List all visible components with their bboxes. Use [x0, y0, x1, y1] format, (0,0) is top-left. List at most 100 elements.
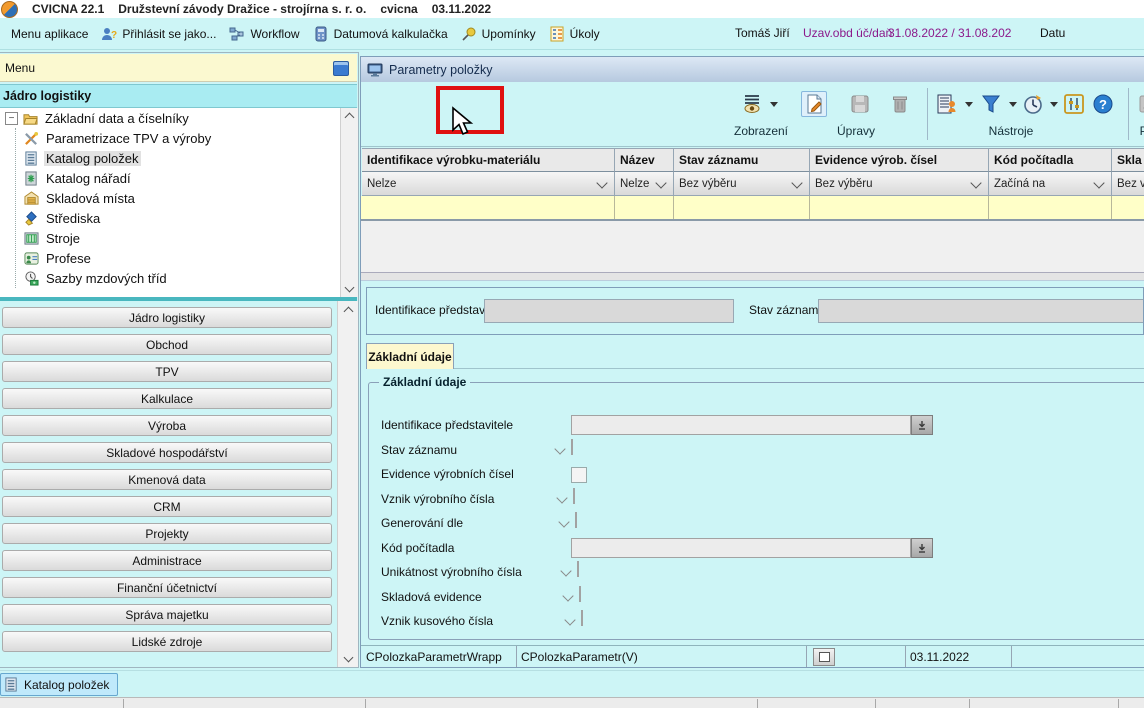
records-dropdown-icon[interactable] [965, 102, 973, 111]
tree-item-parametrizace[interactable]: Parametrizace TPV a výroby [24, 128, 340, 148]
kod-pocitadla-lookup-button[interactable] [911, 538, 933, 558]
tree-collapse-expander[interactable]: − [5, 112, 18, 125]
parameters-button[interactable] [1061, 91, 1087, 117]
tasks-icon [549, 26, 565, 42]
tooling-icon [24, 171, 39, 186]
module-financni[interactable]: Finanční účetnictví [2, 577, 332, 598]
date-calculator-button[interactable]: Datumová kalkulačka [310, 24, 451, 44]
module-sklad[interactable]: Skladové hospodářství [2, 442, 332, 463]
help-button[interactable]: ? [1090, 91, 1116, 117]
module-kmenova-data[interactable]: Kmenová data [2, 469, 332, 490]
filter-select-skladova[interactable]: Bez v [1112, 172, 1144, 196]
tasks-button[interactable]: Úkoly [546, 24, 603, 44]
workflow-icon [229, 26, 245, 42]
module-jadro-logistiky[interactable]: Jádro logistiky [2, 307, 332, 328]
stav-zaznamu-select[interactable] [571, 439, 573, 455]
save-button[interactable] [847, 91, 873, 117]
filter-select-stav[interactable]: Bez výběru [674, 172, 810, 196]
form-view-button[interactable] [813, 648, 835, 666]
column-header-nazev[interactable]: Název [615, 148, 674, 172]
view-button[interactable] [739, 91, 765, 117]
taskbar-tab-katalog-polozek[interactable]: Katalog položek [0, 673, 118, 696]
filter-select-evidence[interactable]: Bez výběru [810, 172, 989, 196]
delete-button[interactable] [887, 91, 913, 117]
login-as-button[interactable]: ? Přihlásit se jako... [98, 24, 219, 44]
attach-edit-button[interactable] [1135, 91, 1144, 117]
vznik-vyrobniho-cisla-select[interactable] [573, 488, 575, 504]
kod-pocitadla-input[interactable] [571, 538, 911, 558]
module-lidske-zdroje[interactable]: Lidské zdroje [2, 631, 332, 652]
header-identifikace-input[interactable] [484, 299, 734, 323]
catalog-icon [24, 151, 39, 166]
field-label: Unikátnost výrobního čísla [381, 562, 522, 582]
column-header-kod[interactable]: Kód počítadla [989, 148, 1112, 172]
panel-collapse-icon[interactable] [333, 61, 349, 76]
identifikace-predstavitele-input[interactable] [571, 415, 911, 435]
status-empty-cell [1012, 646, 1143, 668]
tree-item-strediska[interactable]: Střediska [24, 208, 340, 228]
open-windows-taskbar: Katalog položek [0, 670, 1144, 698]
generovani-dle-select[interactable] [575, 512, 577, 528]
filter-button[interactable] [978, 91, 1004, 117]
field-label: Skladová evidence [381, 587, 482, 607]
accordion-scrollbar[interactable] [337, 301, 358, 668]
filter-select-nazev[interactable]: Nelze [615, 172, 674, 196]
module-sprava-majetku[interactable]: Správa majetku [2, 604, 332, 625]
machine-icon [24, 231, 39, 246]
module-kalkulace[interactable]: Kalkulace [2, 388, 332, 409]
view-dropdown-icon[interactable] [770, 102, 778, 111]
column-header-skladova[interactable]: Skla [1112, 148, 1144, 172]
menu-aplikace-button[interactable]: Menu aplikace [8, 25, 91, 43]
scroll-up-icon[interactable] [343, 110, 355, 122]
column-header-evidence[interactable]: Evidence výrob. čísel [810, 148, 989, 172]
tree-item-stroje[interactable]: Stroje [24, 228, 340, 248]
toolbar-separator [927, 88, 928, 140]
status-class-view: CPolozkaParametr(V) [517, 646, 807, 668]
folder-open-icon [23, 111, 38, 126]
tree-scrollbar[interactable] [340, 108, 358, 297]
module-projekty[interactable]: Projekty [2, 523, 332, 544]
grid-empty-row[interactable] [361, 196, 1144, 221]
closed-period-value: 31.08.2022 / 31.08.202 [888, 26, 1011, 40]
workflow-button[interactable]: Workflow [226, 24, 302, 44]
module-crm[interactable]: CRM [2, 496, 332, 517]
column-header-stav[interactable]: Stav záznamu [674, 148, 810, 172]
window-titlebar: CVICNA 22.1 Družstevní závody Dražice - … [0, 0, 1144, 18]
tree-item-skladova-mista[interactable]: Skladová místa [24, 188, 340, 208]
new-record-button[interactable] [801, 91, 827, 117]
module-administrace[interactable]: Administrace [2, 550, 332, 571]
reminders-button[interactable]: Upomínky [458, 24, 539, 44]
tree-item-sazby[interactable]: Sazby mzdových tříd [24, 268, 340, 288]
header-stav-input[interactable] [818, 299, 1144, 323]
tree-item-katalog-naradi[interactable]: Katalog nářadí [24, 168, 340, 188]
main-menubar: Menu aplikace ? Přihlásit se jako... Wor… [0, 18, 1144, 50]
module-vyroba[interactable]: Výroba [2, 415, 332, 436]
timer-dropdown-icon[interactable] [1050, 102, 1058, 111]
filter-select-kod[interactable]: Začíná na [989, 172, 1112, 196]
tab-zakladni-udaje[interactable]: Základní údaje [366, 343, 454, 369]
unikatnost-select[interactable] [577, 561, 579, 577]
skladova-evidence-select[interactable] [579, 586, 581, 602]
scroll-up-icon[interactable] [342, 304, 354, 316]
evidence-vyrobnich-cisel-checkbox[interactable] [571, 467, 587, 483]
tree-root-node[interactable]: − Základní data a číselníky [0, 108, 340, 128]
new-document-icon [803, 93, 825, 115]
column-header-identifikace[interactable]: Identifikace výrobku-materiálu [362, 148, 615, 172]
filter-dropdown-icon[interactable] [1009, 102, 1017, 111]
module-tpv[interactable]: TPV [2, 361, 332, 382]
module-obchod[interactable]: Obchod [2, 334, 332, 355]
tree-item-profese[interactable]: Profese [24, 248, 340, 268]
scroll-down-icon[interactable] [343, 283, 355, 295]
tree-item-katalog-polozek[interactable]: Katalog položek [24, 148, 340, 168]
vznik-kusoveho-cisla-select[interactable] [581, 610, 583, 626]
tree-root-label: Základní data a číselníky [43, 111, 191, 126]
records-button[interactable] [934, 91, 960, 117]
timer-button[interactable] [1020, 91, 1046, 117]
lookup-arrow-icon [917, 420, 927, 430]
catalog-icon [4, 677, 19, 692]
grid-form-splitter[interactable] [361, 273, 1144, 281]
identifikace-lookup-button[interactable] [911, 415, 933, 435]
group-label-zobrazeni: Zobrazení [723, 124, 799, 140]
scroll-down-icon[interactable] [342, 653, 354, 665]
filter-select-identifikace[interactable]: Nelze [362, 172, 615, 196]
